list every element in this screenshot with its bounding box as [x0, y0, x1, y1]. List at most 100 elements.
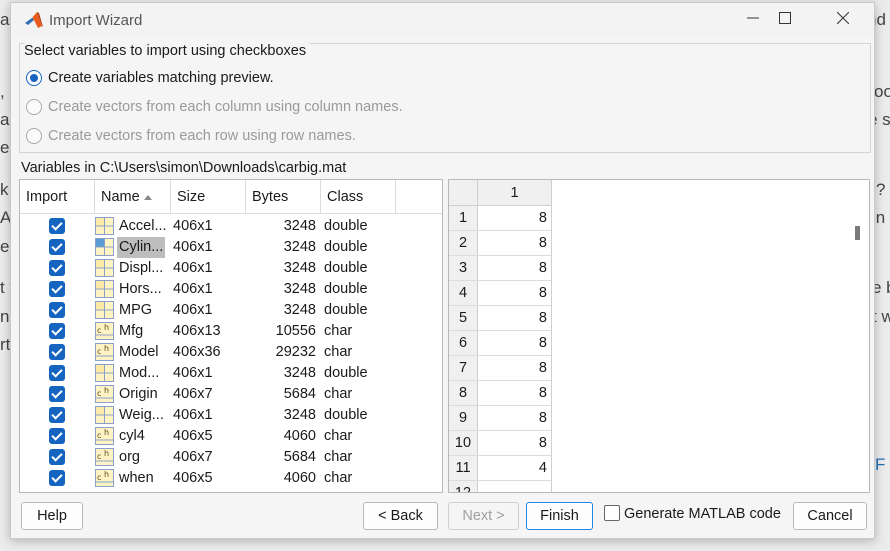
sort-ascending-icon — [143, 194, 152, 200]
generate-code-checkbox[interactable] — [604, 505, 620, 521]
import-checkbox[interactable] — [49, 407, 65, 423]
preview-cell[interactable]: 8 — [478, 281, 552, 306]
table-row[interactable]: MPG 406x1 3248 double — [20, 300, 442, 321]
numeric-grid-icon — [95, 280, 114, 298]
svg-text:h: h — [104, 344, 109, 353]
vertical-scrollbar[interactable] — [855, 226, 860, 240]
radio-button[interactable] — [26, 128, 42, 144]
import-checkbox[interactable] — [49, 344, 65, 360]
import-checkbox[interactable] — [49, 323, 65, 339]
svg-text:c: c — [97, 473, 101, 482]
variable-class: double — [324, 407, 368, 423]
column-header-class[interactable]: Class — [321, 180, 396, 214]
variable-name[interactable]: Hors... — [117, 279, 164, 300]
radio-create-columns[interactable]: Create vectors from each column using co… — [26, 97, 403, 117]
import-checkbox[interactable] — [49, 386, 65, 402]
preview-row-header: 4 — [449, 281, 478, 306]
column-header-import[interactable]: Import — [20, 180, 95, 214]
variable-name[interactable]: Origin — [117, 384, 160, 405]
variables-table[interactable]: Import Name Size Bytes Class Accel... 406… — [19, 179, 443, 493]
radio-create-preview[interactable]: Create variables matching preview. — [26, 68, 274, 88]
preview-row-header: 1 — [449, 206, 478, 231]
variable-name[interactable]: Weig... — [117, 405, 166, 426]
import-checkbox[interactable] — [49, 218, 65, 234]
import-checkbox[interactable] — [49, 239, 65, 255]
preview-cell[interactable]: 8 — [478, 206, 552, 231]
table-row[interactable]: c h Model 406x36 29232 char — [20, 342, 442, 363]
table-row[interactable]: Weig... 406x1 3248 double — [20, 405, 442, 426]
table-row[interactable]: c h cyl4 406x5 4060 char — [20, 426, 442, 447]
preview-cell[interactable]: 8 — [478, 306, 552, 331]
preview-row: 38 — [449, 256, 553, 281]
table-row[interactable]: c h Mfg 406x13 10556 char — [20, 321, 442, 342]
variable-class: double — [324, 302, 368, 318]
title-bar[interactable]: Import Wizard — [11, 3, 874, 37]
import-checkbox[interactable] — [49, 260, 65, 276]
svg-text:h: h — [104, 386, 109, 395]
cancel-button[interactable]: Cancel — [793, 502, 867, 530]
column-header-bytes[interactable]: Bytes — [246, 180, 321, 214]
svg-text:h: h — [104, 449, 109, 458]
variable-bytes: 10556 — [275, 323, 316, 339]
next-button[interactable]: Next > — [448, 502, 519, 530]
back-button[interactable]: < Back — [363, 502, 438, 530]
table-row[interactable]: c h Origin 406x7 5684 char — [20, 384, 442, 405]
variable-name[interactable]: org — [117, 447, 142, 468]
preview-row: 48 — [449, 281, 553, 306]
preview-cell[interactable]: 8 — [478, 406, 552, 431]
variable-name[interactable]: Model — [117, 342, 161, 363]
import-checkbox[interactable] — [49, 302, 65, 318]
variable-name[interactable]: when — [117, 468, 156, 489]
preview-cell[interactable]: 8 — [478, 331, 552, 356]
preview-cell[interactable]: 8 — [478, 431, 552, 456]
preview-cell[interactable]: 4 — [478, 456, 552, 481]
svg-text:h: h — [104, 470, 109, 479]
variable-size: 406x1 — [173, 239, 213, 255]
variable-name[interactable]: Cylin... — [117, 237, 166, 258]
variable-bytes: 4060 — [283, 470, 316, 486]
import-checkbox[interactable] — [49, 470, 65, 486]
variable-name[interactable]: MPG — [117, 300, 154, 321]
preview-cell[interactable]: 8 — [478, 231, 552, 256]
help-button[interactable]: Help — [21, 502, 83, 530]
finish-button[interactable]: Finish — [526, 502, 593, 530]
maximize-button[interactable] — [771, 8, 799, 32]
table-row[interactable]: Mod... 406x1 3248 double — [20, 363, 442, 384]
table-row[interactable]: Accel... 406x1 3248 double — [20, 216, 442, 237]
close-button[interactable] — [829, 8, 857, 32]
variable-name[interactable]: Displ... — [117, 258, 165, 279]
table-row[interactable]: Hors... 406x1 3248 double — [20, 279, 442, 300]
variable-name[interactable]: cyl4 — [117, 426, 147, 447]
preview-cell[interactable]: 8 — [478, 256, 552, 281]
variable-bytes: 3248 — [283, 365, 316, 381]
table-row[interactable]: Displ... 406x1 3248 double — [20, 258, 442, 279]
table-row[interactable]: Cylin... 406x1 3248 double — [20, 237, 442, 258]
variable-name[interactable]: Mod... — [117, 363, 161, 384]
preview-cell[interactable]: 8 — [478, 356, 552, 381]
minimize-button[interactable] — [739, 8, 767, 32]
column-header-size[interactable]: Size — [171, 180, 246, 214]
import-checkbox[interactable] — [49, 365, 65, 381]
variable-name[interactable]: Mfg — [117, 321, 145, 342]
variable-bytes: 5684 — [283, 449, 316, 465]
import-checkbox[interactable] — [49, 281, 65, 297]
radio-create-rows[interactable]: Create vectors from each row using row n… — [26, 126, 356, 146]
import-checkbox[interactable] — [49, 428, 65, 444]
preview-cell[interactable]: 8 — [478, 381, 552, 406]
column-header-name[interactable]: Name — [95, 180, 171, 214]
preview-table[interactable]: 1 1 8 2 8 3 8 4 8 5 8 6 8 7 8 8 8 9 8 10 8 11 4 12 — [448, 179, 870, 493]
variable-name[interactable]: Accel... — [117, 216, 169, 237]
import-checkbox[interactable] — [49, 449, 65, 465]
variable-class: char — [324, 449, 353, 465]
window-title: Import Wizard — [49, 12, 143, 29]
preview-row: 98 — [449, 406, 553, 431]
table-row[interactable]: c h org 406x7 5684 char — [20, 447, 442, 468]
numeric-grid-icon — [95, 259, 114, 277]
variable-size: 406x7 — [173, 386, 213, 402]
table-row[interactable]: c h when 406x5 4060 char — [20, 468, 442, 489]
char-array-icon: ch — [95, 385, 114, 403]
radio-button[interactable] — [26, 99, 42, 115]
preview-cell[interactable] — [478, 481, 552, 492]
radio-button-selected[interactable] — [26, 70, 42, 86]
preview-row-header: 3 — [449, 256, 478, 281]
